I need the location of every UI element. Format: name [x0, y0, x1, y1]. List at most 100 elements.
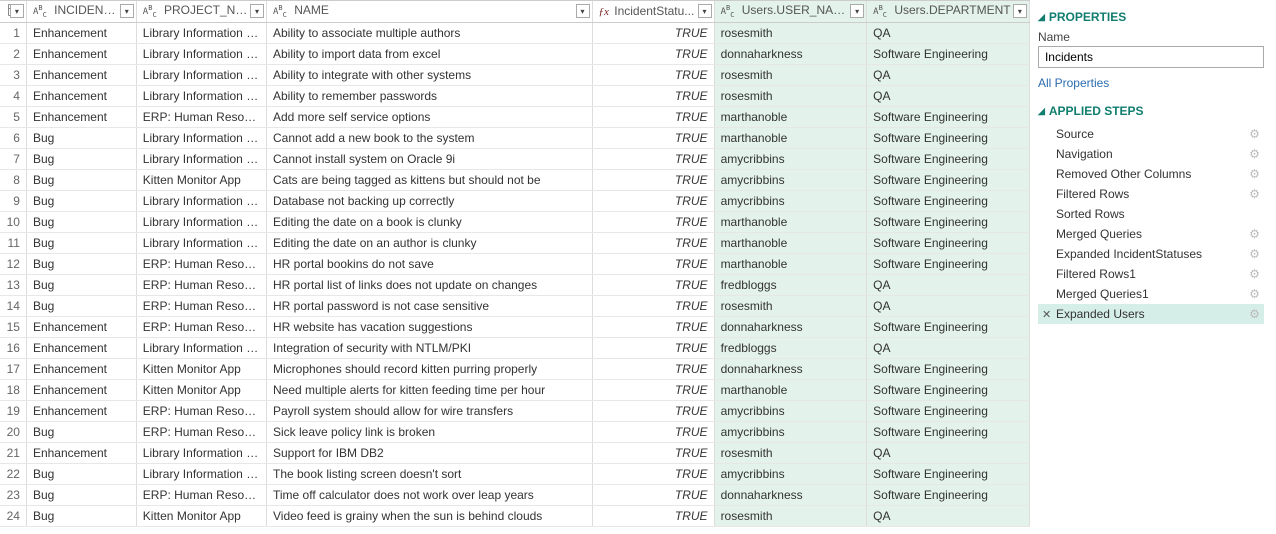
table-row[interactable]: 2EnhancementLibrary Information Sys...Ab…: [0, 43, 1029, 64]
cell-user-name[interactable]: donnaharkness: [714, 43, 867, 64]
cell-project-name[interactable]: Library Information Sys...: [136, 148, 266, 169]
cell-project-name[interactable]: ERP: Human Resources: [136, 316, 266, 337]
row-number[interactable]: 14: [0, 295, 26, 316]
cell-department[interactable]: Software Engineering: [867, 232, 1030, 253]
table-row[interactable]: 9BugLibrary Information Sys...Database n…: [0, 190, 1029, 211]
col-project-name[interactable]: ABC PROJECT_NAME ▾: [136, 1, 266, 22]
row-number[interactable]: 18: [0, 379, 26, 400]
table-row[interactable]: 24BugKitten Monitor AppVideo feed is gra…: [0, 505, 1029, 526]
cell-name[interactable]: Integration of security with NTLM/PKI: [267, 337, 593, 358]
row-number[interactable]: 17: [0, 358, 26, 379]
cell-department[interactable]: Software Engineering: [867, 484, 1030, 505]
cell-name[interactable]: Ability to associate multiple authors: [267, 22, 593, 43]
applied-step[interactable]: ✕Expanded Users⚙: [1038, 304, 1264, 324]
table-row[interactable]: 21EnhancementLibrary Information Sys...S…: [0, 442, 1029, 463]
row-number[interactable]: 3: [0, 64, 26, 85]
cell-incident-status[interactable]: TRUE: [592, 22, 714, 43]
cell-user-name[interactable]: amycribbins: [714, 169, 867, 190]
row-number[interactable]: 22: [0, 463, 26, 484]
table-row[interactable]: 12BugERP: Human ResourcesHR portal booki…: [0, 253, 1029, 274]
cell-project-name[interactable]: Library Information Sys...: [136, 43, 266, 64]
applied-step[interactable]: ✕Merged Queries⚙: [1038, 224, 1264, 244]
table-row[interactable]: 13BugERP: Human ResourcesHR portal list …: [0, 274, 1029, 295]
row-number[interactable]: 21: [0, 442, 26, 463]
row-number[interactable]: 5: [0, 106, 26, 127]
table-menu-icon[interactable]: ▾: [10, 4, 24, 18]
cell-project-name[interactable]: Library Information Sys...: [136, 85, 266, 106]
filter-icon[interactable]: ▾: [250, 4, 264, 18]
cell-user-name[interactable]: fredbloggs: [714, 274, 867, 295]
table-row[interactable]: 1EnhancementLibrary Information Sys...Ab…: [0, 22, 1029, 43]
row-number[interactable]: 1: [0, 22, 26, 43]
row-number[interactable]: 10: [0, 211, 26, 232]
cell-department[interactable]: Software Engineering: [867, 106, 1030, 127]
cell-project-name[interactable]: Kitten Monitor App: [136, 169, 266, 190]
cell-incident-type[interactable]: Bug: [26, 421, 136, 442]
cell-project-name[interactable]: Library Information Sys...: [136, 463, 266, 484]
cell-project-name[interactable]: Library Information Sys...: [136, 211, 266, 232]
cell-name[interactable]: Ability to import data from excel: [267, 43, 593, 64]
cell-department[interactable]: QA: [867, 64, 1030, 85]
cell-project-name[interactable]: ERP: Human Resources: [136, 253, 266, 274]
cell-name[interactable]: Add more self service options: [267, 106, 593, 127]
cell-user-name[interactable]: amycribbins: [714, 400, 867, 421]
applied-step[interactable]: ✕Filtered Rows1⚙: [1038, 264, 1264, 284]
cell-user-name[interactable]: marthanoble: [714, 211, 867, 232]
cell-incident-status[interactable]: TRUE: [592, 43, 714, 64]
cell-user-name[interactable]: donnaharkness: [714, 358, 867, 379]
row-number[interactable]: 13: [0, 274, 26, 295]
cell-name[interactable]: Payroll system should allow for wire tra…: [267, 400, 593, 421]
cell-department[interactable]: Software Engineering: [867, 253, 1030, 274]
row-number[interactable]: 24: [0, 505, 26, 526]
cell-incident-status[interactable]: TRUE: [592, 337, 714, 358]
cell-incident-type[interactable]: Bug: [26, 148, 136, 169]
gear-icon[interactable]: ⚙: [1249, 247, 1260, 261]
row-number[interactable]: 11: [0, 232, 26, 253]
row-number[interactable]: 6: [0, 127, 26, 148]
table-row[interactable]: 4EnhancementLibrary Information Sys...Ab…: [0, 85, 1029, 106]
cell-department[interactable]: Software Engineering: [867, 127, 1030, 148]
cell-incident-type[interactable]: Bug: [26, 190, 136, 211]
row-number[interactable]: 23: [0, 484, 26, 505]
table-row[interactable]: 16EnhancementLibrary Information Sys...I…: [0, 337, 1029, 358]
col-incident-status[interactable]: ƒx IncidentStatu... ▾: [592, 1, 714, 22]
cell-incident-type[interactable]: Enhancement: [26, 442, 136, 463]
filter-icon[interactable]: ▾: [120, 4, 134, 18]
applied-step[interactable]: ✕Sorted Rows: [1038, 204, 1264, 224]
table-row[interactable]: 15EnhancementERP: Human ResourcesHR webs…: [0, 316, 1029, 337]
cell-incident-type[interactable]: Enhancement: [26, 337, 136, 358]
cell-name[interactable]: Need multiple alerts for kitten feeding …: [267, 379, 593, 400]
cell-project-name[interactable]: Library Information Sys...: [136, 442, 266, 463]
properties-heading[interactable]: ◢ PROPERTIES: [1038, 10, 1264, 24]
cell-name[interactable]: Support for IBM DB2: [267, 442, 593, 463]
cell-user-name[interactable]: rosesmith: [714, 22, 867, 43]
cell-incident-type[interactable]: Enhancement: [26, 316, 136, 337]
table-row[interactable]: 11BugLibrary Information Sys...Editing t…: [0, 232, 1029, 253]
cell-incident-status[interactable]: TRUE: [592, 442, 714, 463]
filter-icon[interactable]: ▾: [576, 4, 590, 18]
cell-project-name[interactable]: Library Information Sys...: [136, 64, 266, 85]
cell-department[interactable]: Software Engineering: [867, 400, 1030, 421]
table-row[interactable]: 8BugKitten Monitor AppCats are being tag…: [0, 169, 1029, 190]
cell-incident-status[interactable]: TRUE: [592, 211, 714, 232]
table-corner[interactable]: ▾: [0, 1, 26, 22]
row-number[interactable]: 12: [0, 253, 26, 274]
cell-department[interactable]: Software Engineering: [867, 190, 1030, 211]
cell-user-name[interactable]: rosesmith: [714, 295, 867, 316]
row-number[interactable]: 9: [0, 190, 26, 211]
applied-steps-heading[interactable]: ◢ APPLIED STEPS: [1038, 104, 1264, 118]
cell-incident-status[interactable]: TRUE: [592, 190, 714, 211]
cell-name[interactable]: HR website has vacation suggestions: [267, 316, 593, 337]
cell-user-name[interactable]: amycribbins: [714, 463, 867, 484]
cell-incident-type[interactable]: Bug: [26, 211, 136, 232]
cell-user-name[interactable]: rosesmith: [714, 64, 867, 85]
cell-incident-status[interactable]: TRUE: [592, 358, 714, 379]
cell-department[interactable]: Software Engineering: [867, 463, 1030, 484]
cell-name[interactable]: Cannot add a new book to the system: [267, 127, 593, 148]
cell-project-name[interactable]: Kitten Monitor App: [136, 505, 266, 526]
cell-name[interactable]: HR portal list of links does not update …: [267, 274, 593, 295]
cell-name[interactable]: Video feed is grainy when the sun is beh…: [267, 505, 593, 526]
cell-project-name[interactable]: Library Information Sys...: [136, 232, 266, 253]
cell-incident-status[interactable]: TRUE: [592, 85, 714, 106]
gear-icon[interactable]: ⚙: [1249, 287, 1260, 301]
